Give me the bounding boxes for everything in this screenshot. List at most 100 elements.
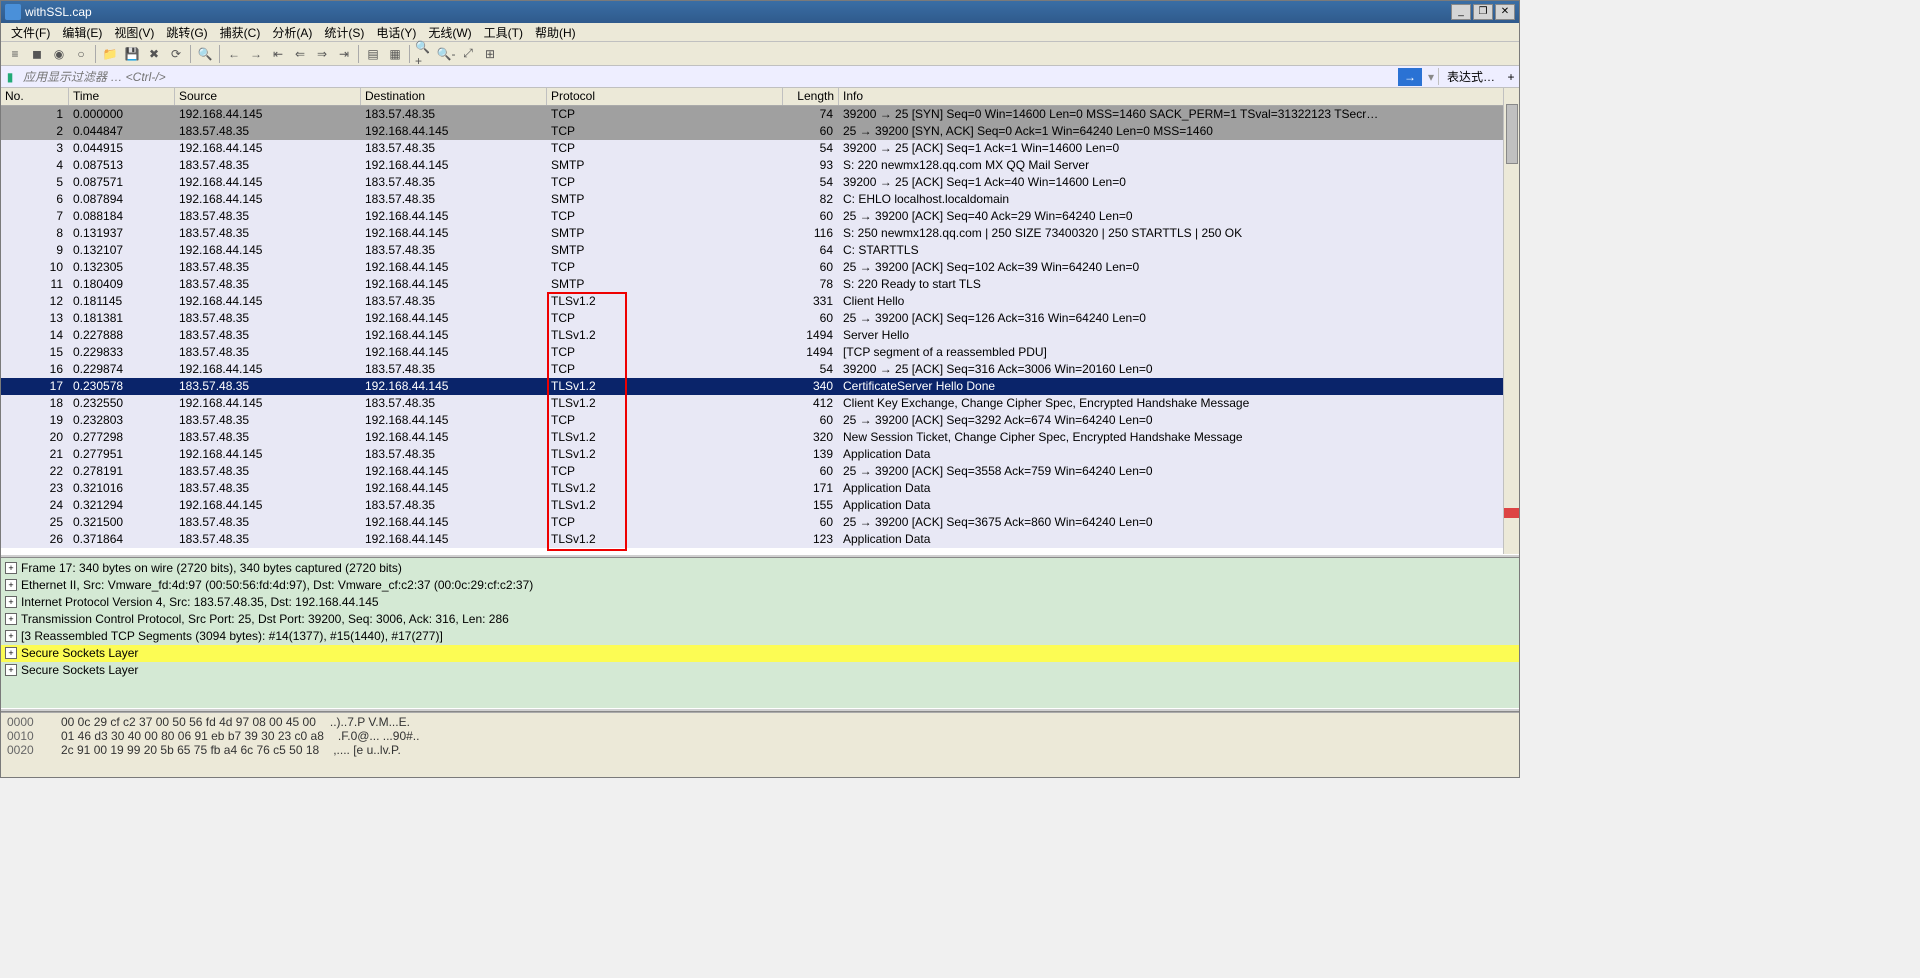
packet-row[interactable]: 90.132107192.168.44.145183.57.48.35SMTP6… [1, 242, 1519, 259]
menu-item[interactable]: 文件(F) [5, 24, 56, 41]
col-no[interactable]: No. [1, 88, 69, 105]
packet-row[interactable]: 40.087513183.57.48.35192.168.44.145SMTP9… [1, 157, 1519, 174]
packet-row[interactable]: 200.277298183.57.48.35192.168.44.145TLSv… [1, 429, 1519, 446]
detail-line[interactable]: +Secure Sockets Layer [1, 645, 1519, 662]
packet-scrollbar[interactable] [1503, 88, 1519, 554]
packet-row[interactable]: 110.180409183.57.48.35192.168.44.145SMTP… [1, 276, 1519, 293]
packet-row[interactable]: 170.230578183.57.48.35192.168.44.145TLSv… [1, 378, 1519, 395]
detail-line[interactable]: +[3 Reassembled TCP Segments (3094 bytes… [1, 628, 1519, 645]
resize-icon[interactable]: ⊞ [480, 44, 500, 64]
zoom-in-icon[interactable]: 🔍+ [414, 44, 434, 64]
col-length[interactable]: Length [783, 88, 839, 105]
rows-icon[interactable]: ▦ [385, 44, 405, 64]
packet-row[interactable]: 80.131937183.57.48.35192.168.44.145SMTP1… [1, 225, 1519, 242]
packet-row[interactable]: 60.087894192.168.44.145183.57.48.35SMTP8… [1, 191, 1519, 208]
hex-line[interactable]: 001001 46 d3 30 40 00 80 06 91 eb b7 39 … [7, 729, 1513, 743]
expand-icon[interactable]: + [5, 664, 17, 676]
packet-details-pane[interactable]: +Frame 17: 340 bytes on wire (2720 bits)… [1, 558, 1519, 708]
packet-list-body[interactable]: 10.000000192.168.44.145183.57.48.35TCP74… [1, 106, 1519, 554]
packet-row[interactable]: 20.044847183.57.48.35192.168.44.145TCP60… [1, 123, 1519, 140]
packet-row[interactable]: 70.088184183.57.48.35192.168.44.145TCP60… [1, 208, 1519, 225]
circle-dot-icon[interactable]: ◉ [49, 44, 69, 64]
expand-icon[interactable]: + [5, 647, 17, 659]
columns-icon[interactable]: ▤ [363, 44, 383, 64]
detail-line[interactable]: +Transmission Control Protocol, Src Port… [1, 611, 1519, 628]
packet-row[interactable]: 150.229833183.57.48.35192.168.44.145TCP1… [1, 344, 1519, 361]
menu-item[interactable]: 工具(T) [478, 24, 529, 41]
detail-line[interactable]: +Frame 17: 340 bytes on wire (2720 bits)… [1, 560, 1519, 577]
menu-item[interactable]: 分析(A) [266, 24, 318, 41]
hex-line[interactable]: 000000 0c 29 cf c2 37 00 50 56 fd 4d 97 … [7, 715, 1513, 729]
square-icon[interactable]: ◼ [27, 44, 47, 64]
menu-item[interactable]: 电话(Y) [370, 24, 422, 41]
menu-item[interactable]: 无线(W) [422, 24, 477, 41]
expression-button[interactable]: 表达式… [1438, 68, 1503, 85]
expand-icon[interactable]: + [5, 596, 17, 608]
col-destination[interactable]: Destination [361, 88, 547, 105]
jump-end-icon[interactable]: ⇒ [312, 44, 332, 64]
close-icon[interactable]: ✖ [144, 44, 164, 64]
packet-row[interactable]: 230.321016183.57.48.35192.168.44.145TLSv… [1, 480, 1519, 497]
col-time[interactable]: Time [69, 88, 175, 105]
display-filter-input[interactable] [19, 70, 1396, 84]
circle-icon[interactable]: ○ [71, 44, 91, 64]
search-icon[interactable]: 🔍 [195, 44, 215, 64]
packet-row[interactable]: 120.181145192.168.44.145183.57.48.35TLSv… [1, 293, 1519, 310]
packet-bytes-pane[interactable]: 000000 0c 29 cf c2 37 00 50 56 fd 4d 97 … [1, 712, 1519, 777]
packet-row[interactable]: 210.277951192.168.44.145183.57.48.35TLSv… [1, 446, 1519, 463]
detail-line[interactable]: +Internet Protocol Version 4, Src: 183.5… [1, 594, 1519, 611]
menu-item[interactable]: 编辑(E) [56, 24, 108, 41]
packet-row[interactable]: 30.044915192.168.44.145183.57.48.35TCP54… [1, 140, 1519, 157]
minimize-button[interactable]: _ [1451, 4, 1471, 20]
packet-row[interactable]: 130.181381183.57.48.35192.168.44.145TCP6… [1, 310, 1519, 327]
title-bar[interactable]: withSSL.cap _ ❐ ✕ [1, 1, 1519, 23]
list-icon[interactable]: ≡ [5, 44, 25, 64]
packet-list-pane: No. Time Source Destination Protocol Len… [1, 88, 1519, 554]
col-info[interactable]: Info [839, 88, 1519, 105]
restore-button[interactable]: ❐ [1473, 4, 1493, 20]
folder-icon[interactable]: 📁 [100, 44, 120, 64]
packet-row[interactable]: 220.278191183.57.48.35192.168.44.145TCP6… [1, 463, 1519, 480]
reload-icon[interactable]: ⟳ [166, 44, 186, 64]
col-protocol[interactable]: Protocol [547, 88, 783, 105]
arrow-right-icon[interactable]: → [246, 44, 266, 64]
packet-row[interactable]: 140.227888183.57.48.35192.168.44.145TLSv… [1, 327, 1519, 344]
detail-line[interactable]: +Ethernet II, Src: Vmware_fd:4d:97 (00:5… [1, 577, 1519, 594]
scrollbar-thumb[interactable] [1506, 104, 1518, 164]
arrow-left-icon[interactable]: ← [224, 44, 244, 64]
jump-fwd-icon[interactable]: ⇥ [334, 44, 354, 64]
packet-list-header: No. Time Source Destination Protocol Len… [1, 88, 1519, 106]
packet-row[interactable]: 260.371864183.57.48.35192.168.44.145TLSv… [1, 531, 1519, 548]
zoom-fit-icon[interactable]: ⤢ [458, 44, 478, 64]
packet-row[interactable]: 240.321294192.168.44.145183.57.48.35TLSv… [1, 497, 1519, 514]
menu-item[interactable]: 帮助(H) [529, 24, 582, 41]
jump-start-icon[interactable]: ⇐ [290, 44, 310, 64]
packet-row[interactable]: 190.232803183.57.48.35192.168.44.145TCP6… [1, 412, 1519, 429]
expand-icon[interactable]: + [5, 562, 17, 574]
packet-row[interactable]: 100.132305183.57.48.35192.168.44.145TCP6… [1, 259, 1519, 276]
jump-back-icon[interactable]: ⇤ [268, 44, 288, 64]
filter-apply-button[interactable]: → [1398, 68, 1422, 86]
expand-icon[interactable]: + [5, 613, 17, 625]
zoom-out-icon[interactable]: 🔍- [436, 44, 456, 64]
expand-icon[interactable]: + [5, 630, 17, 642]
packet-row[interactable]: 50.087571192.168.44.145183.57.48.35TCP54… [1, 174, 1519, 191]
menu-item[interactable]: 统计(S) [318, 24, 370, 41]
col-source[interactable]: Source [175, 88, 361, 105]
menu-item[interactable]: 跳转(G) [160, 24, 213, 41]
save-icon[interactable]: 💾 [122, 44, 142, 64]
add-filter-button[interactable]: + [1503, 70, 1519, 84]
filter-dropdown[interactable]: ▾ [1424, 70, 1438, 84]
close-button[interactable]: ✕ [1495, 4, 1515, 20]
packet-row[interactable]: 160.229874192.168.44.145183.57.48.35TCP5… [1, 361, 1519, 378]
packet-row[interactable]: 250.321500183.57.48.35192.168.44.145TCP6… [1, 514, 1519, 531]
app-icon [5, 4, 21, 20]
expand-icon[interactable]: + [5, 579, 17, 591]
packet-row[interactable]: 10.000000192.168.44.145183.57.48.35TCP74… [1, 106, 1519, 123]
packet-row[interactable]: 180.232550192.168.44.145183.57.48.35TLSv… [1, 395, 1519, 412]
detail-line[interactable]: +Secure Sockets Layer [1, 662, 1519, 679]
menu-item[interactable]: 捕获(C) [214, 24, 267, 41]
hex-line[interactable]: 00202c 91 00 19 99 20 5b 65 75 fb a4 6c … [7, 743, 1513, 757]
main-toolbar: ≡◼◉○ 📁💾✖⟳ 🔍 ←→⇤⇐⇒⇥ ▤▦ 🔍+🔍-⤢⊞ [1, 42, 1519, 66]
menu-item[interactable]: 视图(V) [108, 24, 160, 41]
